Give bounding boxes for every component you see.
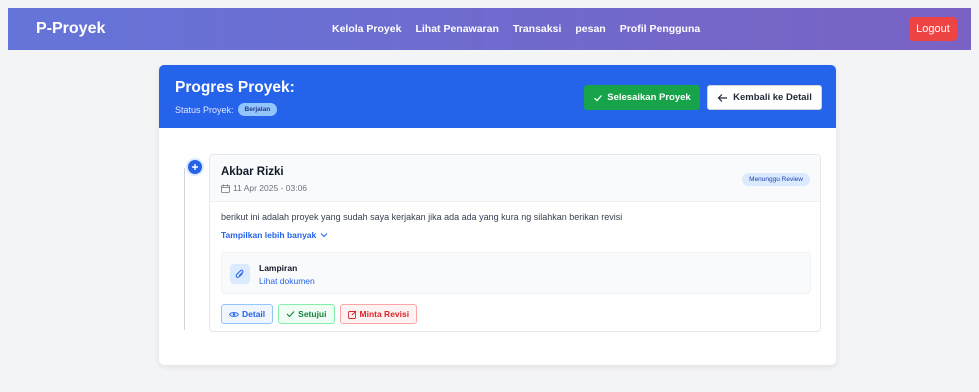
arrow-left-icon: [717, 93, 728, 102]
nav-pesan[interactable]: pesan: [575, 23, 605, 35]
status-badge: Berjalan: [237, 103, 278, 116]
entry-message: berikut ini adalah proyek yang sudah say…: [221, 212, 623, 222]
progress-entry: Akbar Rizki 11 Apr 2025 - 03:06 Menunggu…: [209, 154, 821, 332]
navbar: P-Proyek Kelola Proyek Lihat Penawaran T…: [8, 8, 971, 50]
view-document-link[interactable]: Lihat dokumen: [259, 276, 315, 286]
calendar-icon: [221, 184, 230, 193]
nav-links: Kelola Proyek Lihat Penawaran Transaksi …: [332, 8, 700, 50]
author-name: Akbar Rizki: [221, 166, 284, 178]
nav-profil-pengguna[interactable]: Profil Pengguna: [620, 23, 701, 35]
show-more-link[interactable]: Tampilkan lebih banyak: [221, 230, 328, 240]
nav-kelola-proyek[interactable]: Kelola Proyek: [332, 23, 401, 35]
finish-project-label: Selesaikan Proyek: [607, 92, 691, 103]
plus-icon: [188, 160, 202, 174]
chevron-down-icon: [320, 233, 328, 238]
logout-button[interactable]: Logout: [909, 17, 957, 41]
edit-icon: [347, 310, 356, 319]
datetime-text: 11 Apr 2025 - 03:06: [233, 183, 308, 193]
request-revision-label: Minta Revisi: [359, 309, 410, 319]
nav-lihat-penawaran[interactable]: Lihat Penawaran: [415, 23, 498, 35]
entry-datetime: 11 Apr 2025 - 03:06: [221, 183, 307, 193]
request-revision-button[interactable]: Minta Revisi: [339, 304, 418, 324]
entry-header: Akbar Rizki 11 Apr 2025 - 03:06 Menunggu…: [210, 155, 820, 202]
brand-logo[interactable]: P-Proyek: [36, 8, 105, 50]
approve-label: Setujui: [298, 309, 327, 319]
attachment-box: Lampiran Lihat dokumen: [221, 252, 811, 294]
review-status-badge: Menunggu Review: [742, 173, 810, 186]
nav-transaksi[interactable]: Transaksi: [513, 23, 561, 35]
card-header: Progres Proyek: Status Proyek: Berjalan …: [159, 65, 836, 128]
entry-actions: Detail Setujui Minta Revisi: [221, 304, 418, 324]
approve-button[interactable]: Setujui: [278, 304, 335, 324]
detail-button[interactable]: Detail: [221, 304, 274, 324]
page-title: Progres Proyek:: [175, 79, 295, 96]
check-icon: [594, 94, 603, 101]
status-line: Status Proyek: Berjalan: [175, 103, 278, 116]
check-icon: [286, 311, 295, 318]
finish-project-button[interactable]: Selesaikan Proyek: [584, 85, 700, 110]
detail-label: Detail: [242, 309, 266, 319]
paperclip-icon: [230, 264, 250, 284]
attachment-title: Lampiran: [259, 263, 298, 273]
timeline-line: [184, 168, 185, 330]
eye-icon: [229, 311, 239, 317]
back-to-detail-label: Kembali ke Detail: [733, 92, 812, 103]
status-label: Status Proyek:: [175, 104, 234, 115]
show-more-label: Tampilkan lebih banyak: [221, 230, 317, 240]
back-to-detail-button[interactable]: Kembali ke Detail: [707, 85, 822, 110]
progress-card: Progres Proyek: Status Proyek: Berjalan …: [159, 65, 836, 365]
